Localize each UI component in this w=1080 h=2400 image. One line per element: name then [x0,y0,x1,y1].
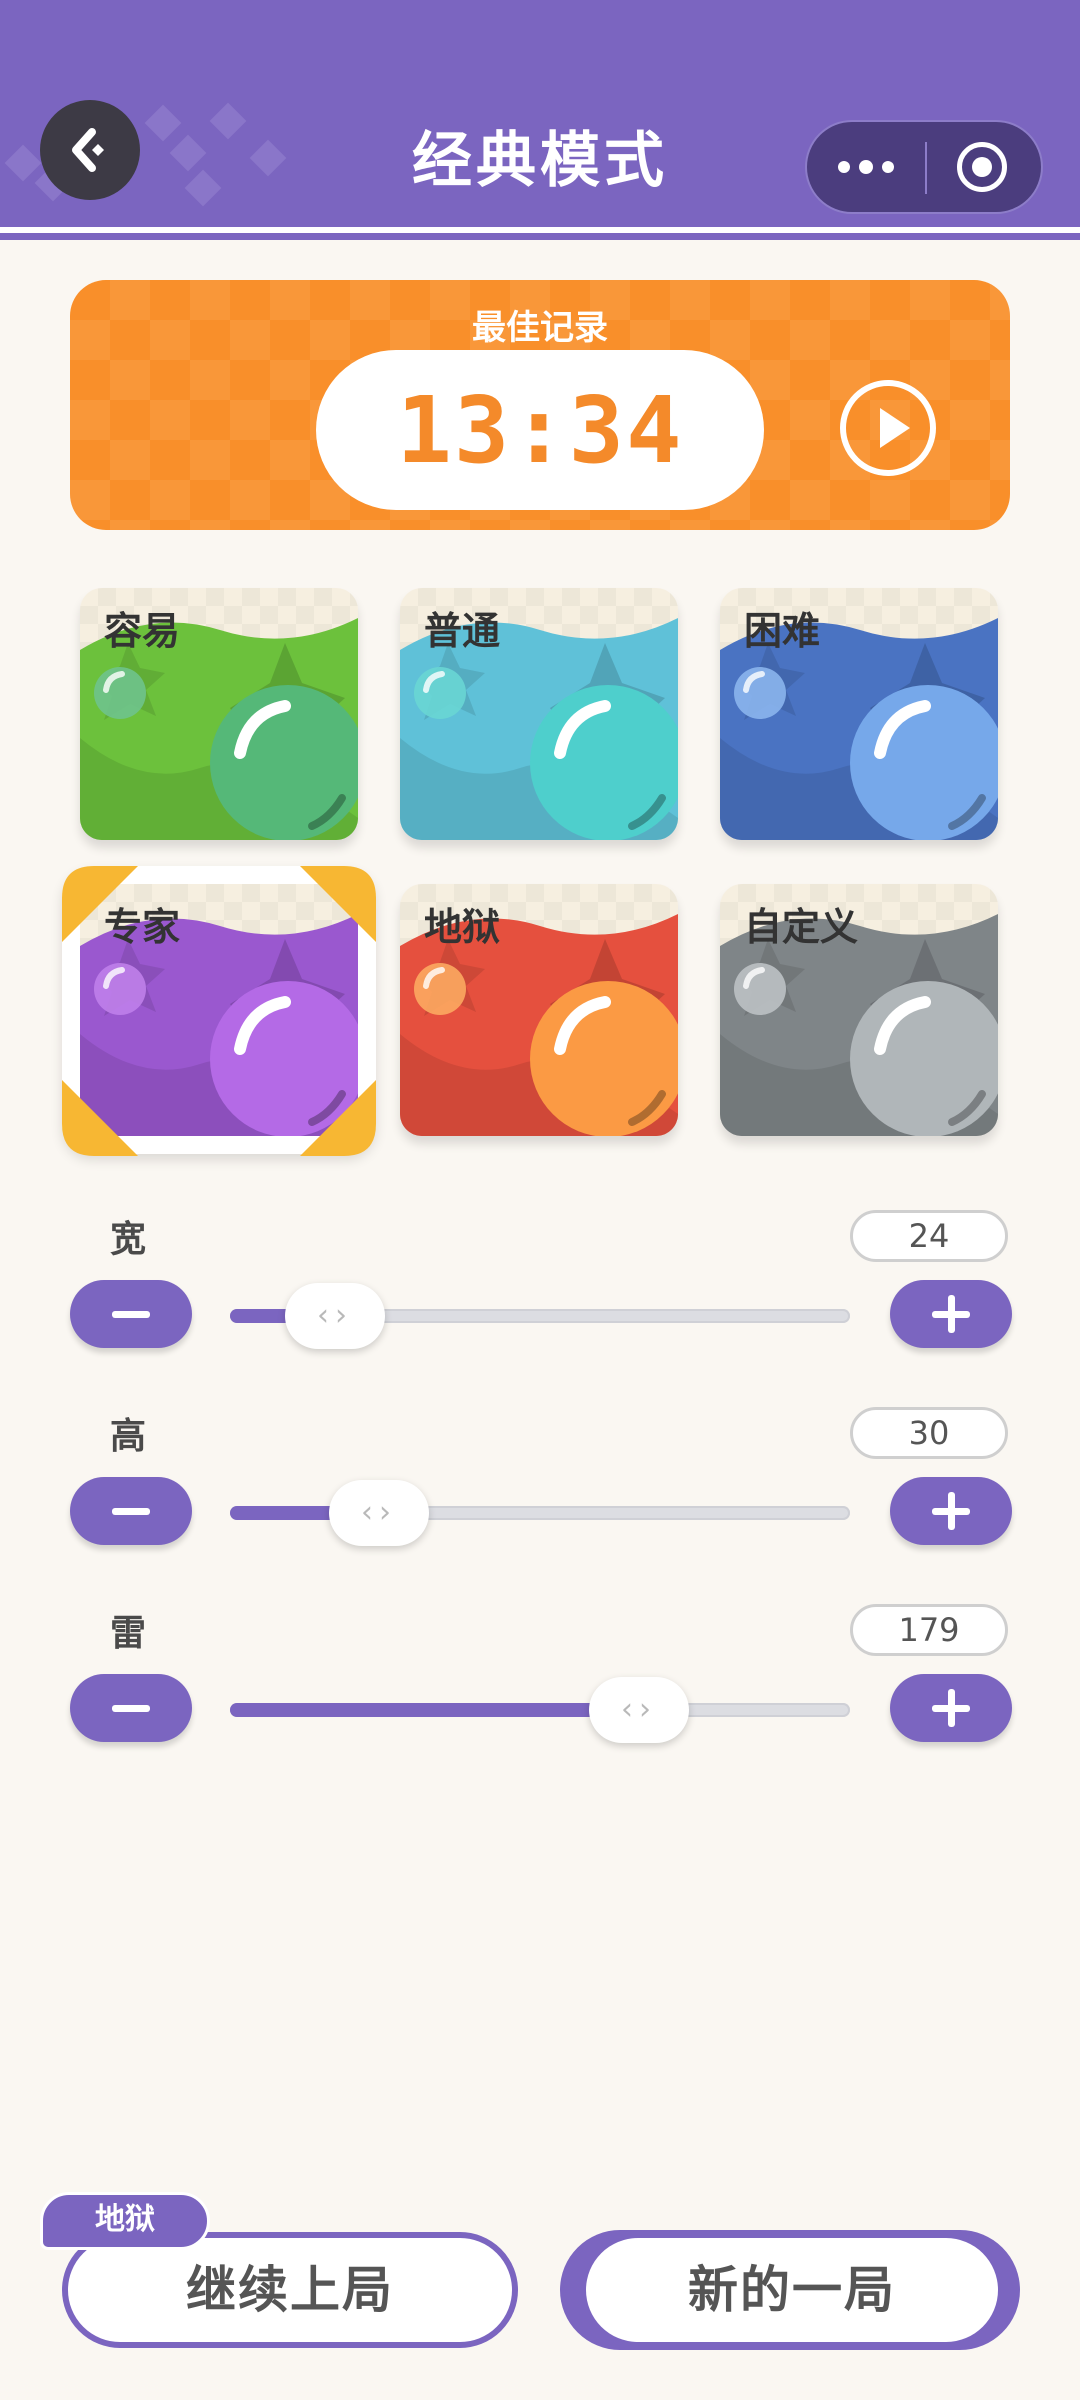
slider-thumb[interactable]: ‹› [285,1283,385,1349]
slider-track[interactable]: ‹› [230,1283,850,1349]
difficulty-card[interactable]: 容易 [80,588,358,840]
slider-label: 高 [110,1416,147,1457]
increment-button[interactable] [890,1280,1012,1348]
difficulty-card[interactable]: 专家 [62,866,376,1156]
slider-track[interactable]: ‹› [230,1480,850,1546]
difficulty-label: 自定义 [744,905,859,949]
decrement-button[interactable] [70,1674,192,1742]
more-dots-icon[interactable] [807,122,925,212]
mini-program-capsule [805,120,1043,214]
best-record-time: 13:34 [396,376,684,484]
difficulty-label: 困难 [744,609,821,653]
decrement-button[interactable] [70,1477,192,1545]
difficulty-card[interactable]: 自定义 [720,884,998,1136]
slider-value-box[interactable]: 24 [850,1210,1008,1262]
slider-value-box[interactable]: 179 [850,1604,1008,1656]
increment-button[interactable] [890,1477,1012,1545]
selection-corners-icon [62,866,376,1156]
slider-track[interactable]: ‹› [230,1677,850,1743]
difficulty-label: 容易 [104,609,181,653]
slider-label: 宽 [110,1219,147,1260]
increment-button[interactable] [890,1674,1012,1742]
play-icon[interactable] [840,380,936,476]
continue-difficulty-tag: 地狱 [40,2192,210,2250]
slider-thumb[interactable]: ‹› [329,1480,429,1546]
target-close-icon[interactable] [957,142,1007,192]
new-game-label: 新的一局 [586,2238,998,2342]
best-record-time-pill: 13:34 [316,350,764,510]
difficulty-label: 地狱 [424,905,501,949]
difficulty-label: 普通 [424,609,501,653]
capsule-divider [925,142,927,194]
difficulty-card[interactable]: 地狱 [400,884,678,1136]
difficulty-card[interactable]: 普通 [400,588,678,840]
slider-label: 雷 [110,1613,147,1654]
decrement-button[interactable] [70,1280,192,1348]
new-game-button[interactable]: 新的一局 [560,2230,1020,2350]
slider-value-box[interactable]: 30 [850,1407,1008,1459]
header-bar: 经典模式 [0,0,1080,230]
header-stripe [0,224,1080,240]
slider-fill [230,1703,639,1717]
best-record-panel: 最佳记录 13:34 [70,280,1010,530]
best-record-label: 最佳记录 [472,308,608,348]
slider-thumb[interactable]: ‹› [589,1677,689,1743]
difficulty-card[interactable]: 困难 [720,588,998,840]
